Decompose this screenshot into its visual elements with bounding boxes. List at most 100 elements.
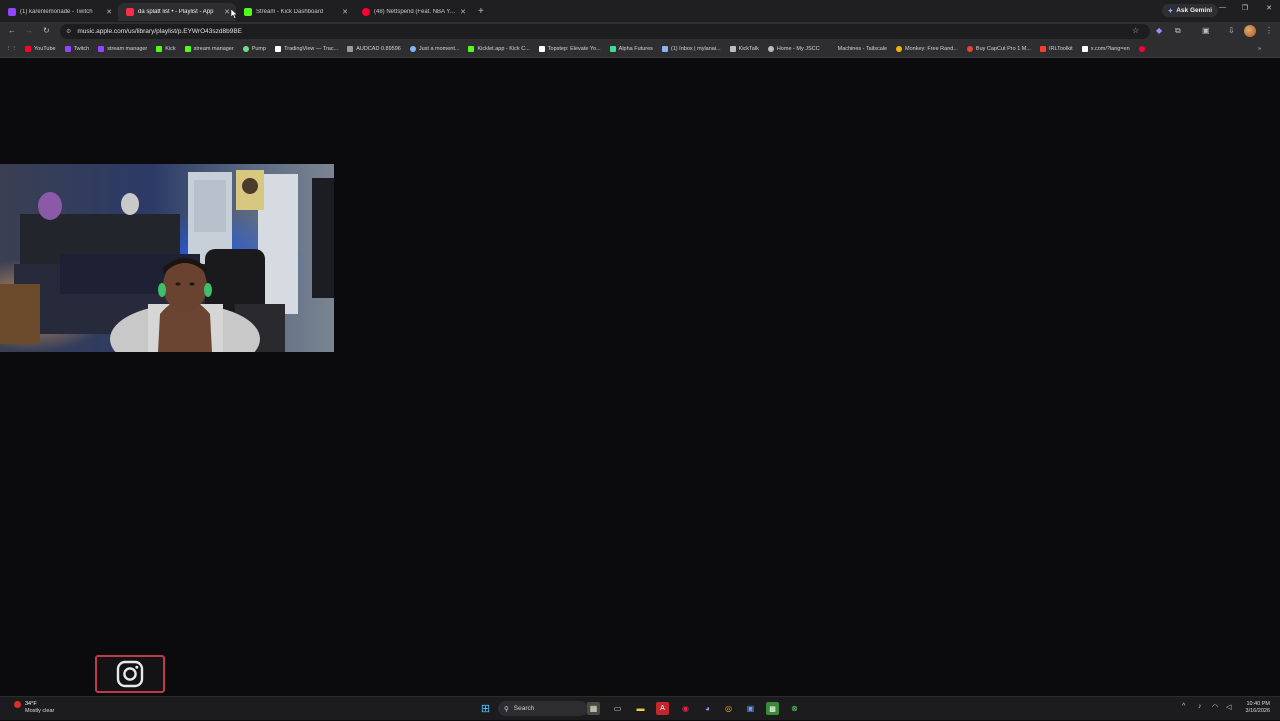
webcam-feed bbox=[0, 164, 334, 352]
close-icon[interactable]: ✕ bbox=[106, 8, 112, 16]
taskbar-search[interactable]: ⚲ Search bbox=[498, 701, 588, 716]
widget-icon[interactable]: ▦ bbox=[587, 702, 600, 715]
chrome-icon[interactable]: ◎ bbox=[722, 702, 735, 715]
sparkle-icon: ✦ bbox=[1167, 7, 1174, 15]
file-explorer-icon[interactable]: ▬ bbox=[634, 702, 647, 715]
tab-title: da splatt list • - Playlist - App bbox=[138, 9, 214, 15]
bookmarks-overflow-icon[interactable]: » bbox=[1258, 46, 1261, 52]
bookmark-label: TradingView — Trac... bbox=[284, 46, 339, 52]
maximize-icon[interactable]: ❐ bbox=[1242, 4, 1248, 12]
bookmark-label: Kicklet.app - Kick C... bbox=[477, 46, 530, 52]
topstep-icon bbox=[538, 46, 545, 52]
bookmark-item[interactable]: Twitch bbox=[64, 46, 90, 52]
system-clock[interactable]: 10:40 PM 3/16/2026 bbox=[1246, 701, 1270, 715]
bookmark-label: Alpha Futures bbox=[618, 46, 653, 52]
bookmark-item[interactable]: Alpha Futures bbox=[609, 46, 653, 52]
bookmark-label: Kick bbox=[165, 46, 176, 52]
tab-twitch[interactable]: (1) karenlemonade - Twitch ✕ bbox=[0, 3, 118, 21]
forward-icon[interactable]: → bbox=[25, 26, 33, 35]
close-icon[interactable]: ✕ bbox=[224, 8, 230, 16]
address-bar[interactable]: ⚙ music.apple.com/us/library/playlist/p.… bbox=[60, 24, 1150, 39]
close-icon[interactable]: ✕ bbox=[460, 8, 466, 16]
bookmark-item[interactable]: Monkey: Free Rand... bbox=[896, 46, 958, 52]
irl-icon bbox=[1039, 46, 1046, 52]
pill-icon bbox=[242, 46, 249, 52]
reload-icon[interactable]: ↻ bbox=[43, 26, 50, 35]
minecraft-icon[interactable]: ▩ bbox=[766, 702, 779, 715]
bookmark-item[interactable]: Pump bbox=[242, 46, 266, 52]
app-icon[interactable]: ◉ bbox=[679, 702, 692, 715]
menu-icon[interactable]: ⋮ bbox=[1265, 26, 1273, 35]
bookmark-item[interactable]: Topstep: Elevate Yo... bbox=[538, 46, 601, 52]
bookmarks-bar: ⋮⋮ YouTube Twitch stream manager Kick st… bbox=[0, 41, 1280, 58]
new-tab-button[interactable]: + bbox=[478, 6, 484, 17]
mail-icon bbox=[661, 46, 668, 52]
youtube-icon bbox=[25, 46, 31, 52]
bookmark-item[interactable]: x.com/?lang=en bbox=[1081, 46, 1130, 52]
extension-icon[interactable]: ◆ bbox=[1156, 26, 1162, 35]
start-windows-icon[interactable]: ⊞ bbox=[479, 702, 492, 715]
download-icon[interactable]: ⇩ bbox=[1228, 26, 1235, 35]
adobe-icon[interactable]: A bbox=[656, 702, 669, 715]
bookmark-label: Twitch bbox=[73, 46, 90, 52]
weather-widget[interactable]: 34°F Mostly clear bbox=[0, 697, 70, 721]
bookmark-item[interactable]: Machines - Tailscale bbox=[828, 46, 888, 52]
bookmark-item[interactable]: AUDCAD 0.89596 bbox=[347, 46, 401, 52]
youtube-icon bbox=[362, 8, 370, 16]
bookmark-item[interactable]: Just a moment... bbox=[409, 46, 460, 52]
bookmark-label: Monkey: Free Rand... bbox=[905, 46, 958, 52]
bookmark-item[interactable]: Buy CapCut Pro 1 M... bbox=[966, 46, 1031, 52]
xbox-icon[interactable]: ⊗ bbox=[788, 702, 801, 715]
bookmark-item[interactable]: stream manager bbox=[184, 46, 234, 52]
twitch-icon bbox=[98, 46, 105, 52]
tab-kick[interactable]: Stream - Kick Dashboard ✕ bbox=[236, 3, 354, 21]
bookmark-item[interactable]: TradingView — Trac... bbox=[275, 46, 338, 52]
bookmark-item[interactable]: KickTalk bbox=[729, 46, 759, 52]
globe-icon bbox=[767, 46, 774, 52]
tray-overflow-icon[interactable]: ^ bbox=[1182, 703, 1185, 710]
ask-gemini-button[interactable]: ✦ Ask Gemini bbox=[1161, 4, 1218, 17]
microphone-icon[interactable]: ♪ bbox=[1198, 703, 1202, 710]
page-content bbox=[0, 58, 1280, 696]
minimize-icon[interactable]: — bbox=[1219, 4, 1226, 11]
bookmark-star-icon[interactable]: ☆ bbox=[1132, 26, 1139, 35]
bookmark-label: Just a moment... bbox=[418, 46, 460, 52]
bookmark-label: Machines - Tailscale bbox=[837, 46, 888, 52]
profile-avatar[interactable] bbox=[1244, 25, 1256, 37]
tab-apple-music[interactable]: da splatt list • - Playlist - App ✕ bbox=[118, 3, 236, 21]
task-view-icon[interactable]: ▭ bbox=[611, 702, 624, 715]
app-square-icon[interactable]: ▣ bbox=[744, 702, 757, 715]
apple-music-icon bbox=[126, 8, 134, 16]
tab-title: (1) karenlemonade - Twitch bbox=[20, 9, 93, 15]
browser-toolbar: ← → ↻ ⚙ music.apple.com/us/library/playl… bbox=[0, 22, 1280, 41]
bookmark-item[interactable]: Home - My JSCC bbox=[767, 46, 820, 52]
bookmark-item[interactable] bbox=[1138, 46, 1148, 52]
bookmark-item[interactable]: (1) Inbox | mylanai... bbox=[661, 46, 721, 52]
windows-taskbar: 34°F Mostly clear ⊞ ⚲ Search ▦ ▭ ▬ A ◉ ◕… bbox=[0, 696, 1280, 720]
globe-icon bbox=[409, 46, 416, 52]
bookmark-label: IRLToolkit bbox=[1048, 46, 1073, 52]
site-info-icon[interactable]: ⚙ bbox=[66, 28, 71, 35]
instagram-glyph bbox=[116, 660, 144, 688]
bookmark-item[interactable]: stream manager bbox=[98, 46, 147, 52]
volume-icon[interactable]: ◁ bbox=[1226, 703, 1231, 711]
close-icon[interactable]: ✕ bbox=[342, 8, 348, 16]
bookmark-item[interactable]: IRLToolkit bbox=[1039, 46, 1073, 52]
apps-icon[interactable]: ⋮⋮ bbox=[6, 46, 17, 52]
bookmark-label: YouTube bbox=[34, 46, 56, 52]
window-close-icon[interactable]: ✕ bbox=[1266, 4, 1272, 12]
extensions-puzzle-icon[interactable]: ⧉ bbox=[1175, 26, 1181, 36]
discord-icon[interactable]: ◕ bbox=[701, 702, 714, 715]
side-panel-icon[interactable]: ▣ bbox=[1202, 26, 1210, 35]
youtube-icon bbox=[1138, 46, 1145, 52]
bookmark-item[interactable]: Kicklet.app - Kick C... bbox=[468, 46, 530, 52]
bookmark-item[interactable]: Kick bbox=[156, 46, 176, 52]
bookmark-label: Topstep: Elevate Yo... bbox=[547, 46, 601, 52]
bookmark-item[interactable]: YouTube bbox=[25, 46, 56, 52]
back-icon[interactable]: ← bbox=[8, 26, 16, 35]
tab-youtube[interactable]: (48) Nettspend (Feat. NBA Youn ✕ bbox=[354, 3, 472, 21]
bookmark-label: AUDCAD 0.89596 bbox=[356, 46, 401, 52]
bookmark-label: (1) Inbox | mylanai... bbox=[670, 46, 721, 52]
weather-temp: 34°F bbox=[25, 701, 37, 707]
wifi-icon[interactable]: ◠ bbox=[1212, 703, 1218, 711]
